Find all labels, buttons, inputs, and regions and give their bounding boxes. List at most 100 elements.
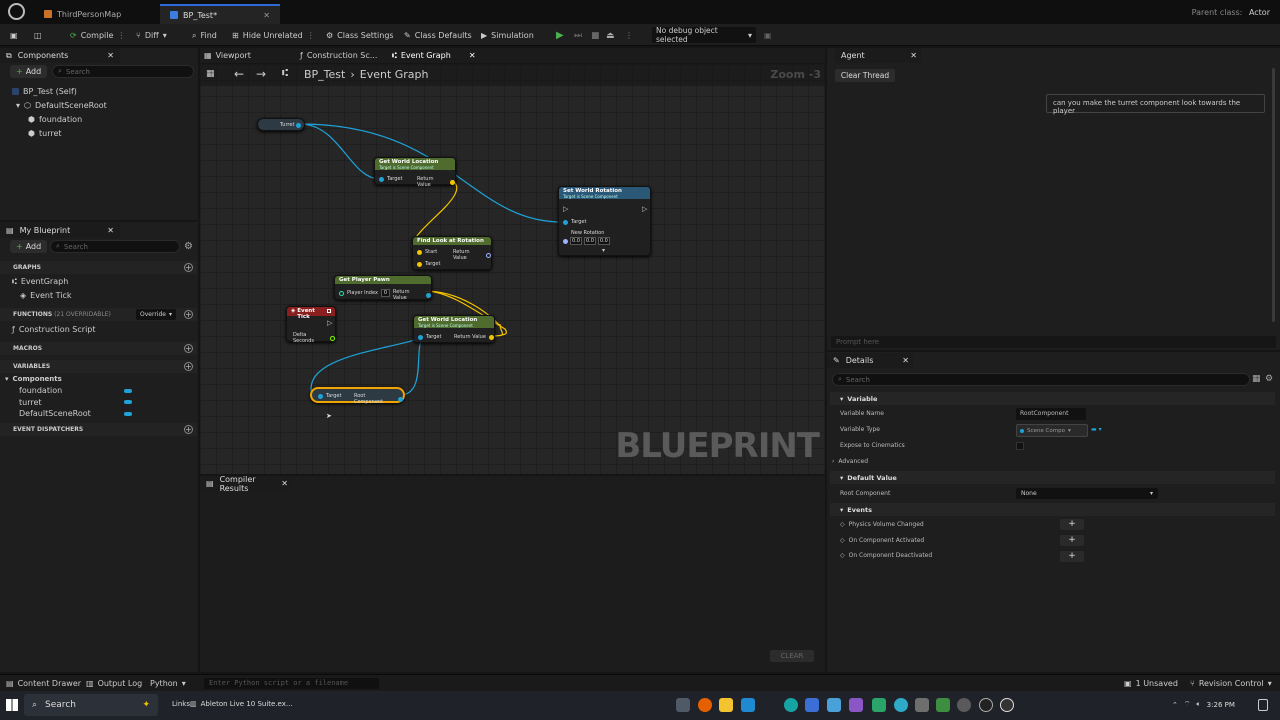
unreal-taskbar-icon[interactable]: [979, 698, 993, 712]
component-tree-item[interactable]: ▾ ⬡ DefaultSceneRoot: [16, 101, 107, 110]
target-pin[interactable]: Target: [417, 261, 440, 267]
graph-canvas[interactable]: ▦ ← → ⑆ BP_Test › Event Graph Zoom -3 Tu…: [200, 64, 825, 474]
component-tree-item[interactable]: ⬢ turret: [28, 129, 62, 138]
player-index-pin[interactable]: Player Index 0: [339, 289, 391, 297]
debug-filter-icon[interactable]: ▣: [764, 28, 772, 43]
function-item[interactable]: ƒ Construction Script: [12, 325, 96, 334]
ableton-task[interactable]: ▥ Ableton Live 10 Suite.ex...: [190, 700, 293, 708]
class-settings-button[interactable]: ⚙ Class Settings: [326, 28, 394, 43]
gear-icon[interactable]: ⚙: [1265, 374, 1273, 384]
python-dropdown[interactable]: Python ▾: [150, 679, 186, 688]
return-value-pin[interactable]: Return Value: [417, 176, 455, 188]
play-button[interactable]: ▶: [556, 28, 564, 43]
save-icon[interactable]: ▣: [10, 28, 18, 43]
return-value-pin[interactable]: Return Value: [454, 334, 494, 340]
gear-icon[interactable]: ⚙: [184, 241, 193, 252]
get-world-location-node-2[interactable]: Get World Location Target is Scene Compo…: [413, 315, 495, 343]
find-button[interactable]: ⌕ Find: [192, 28, 217, 43]
compile-button[interactable]: ⟳ Compile ⋮: [70, 28, 125, 43]
graph-item[interactable]: ⑆ EventGraph: [12, 277, 68, 286]
return-value-pin[interactable]: Return Value: [453, 249, 491, 261]
target-pin[interactable]: Target: [418, 334, 441, 340]
event-item[interactable]: ◈ Event Tick: [20, 291, 72, 300]
folder-icon[interactable]: [719, 698, 733, 712]
add-dispatcher-icon[interactable]: +: [184, 425, 193, 434]
add-event-button[interactable]: +: [1060, 535, 1084, 546]
python-command-input[interactable]: Enter Python script or a filename: [204, 678, 379, 689]
output-log-button[interactable]: ▥ Output Log: [86, 679, 142, 688]
advanced-row[interactable]: › Advanced: [832, 458, 868, 465]
unreal-logo-icon[interactable]: [8, 3, 25, 20]
get-world-location-node[interactable]: Get World Location Target is Scene Compo…: [374, 157, 456, 188]
firefox-icon[interactable]: [698, 698, 712, 712]
kebab-icon[interactable]: ⋮: [307, 31, 315, 40]
variables-section[interactable]: VARIABLES: [0, 360, 197, 373]
parent-class-value[interactable]: Actor: [1249, 8, 1270, 17]
event-dispatchers-section[interactable]: EVENT DISPATCHERS: [0, 423, 197, 436]
event-tick-node[interactable]: ◈ Event Tick ▷ Delta Seconds: [286, 306, 336, 344]
variable-name-field[interactable]: RootComponent: [1016, 408, 1086, 420]
add-macro-icon[interactable]: +: [184, 344, 193, 353]
turret-variable-node[interactable]: Turret: [257, 118, 305, 131]
set-world-rotation-node[interactable]: Set World Rotation Target is Scene Compo…: [558, 186, 651, 256]
add-function-icon[interactable]: +: [184, 310, 193, 319]
rotation-y-field[interactable]: 0.0: [583, 237, 596, 245]
container-type-icon[interactable]: ▬ ▾: [1091, 426, 1102, 433]
eject-button[interactable]: ⏏: [606, 28, 615, 43]
my-blueprint-search-input[interactable]: ⌕ Search: [50, 240, 180, 253]
settings-gear-icon[interactable]: [957, 698, 971, 712]
chevron-down-icon[interactable]: ▾: [602, 247, 605, 254]
simulation-button[interactable]: ▶ Simulation: [481, 28, 534, 43]
get-player-pawn-node[interactable]: Get Player Pawn Player Index 0 Return Va…: [334, 275, 432, 301]
diff-button[interactable]: ⑂ Diff ▾: [136, 28, 167, 43]
browse-icon[interactable]: ◫: [34, 28, 42, 43]
expose-cinematics-checkbox[interactable]: [1016, 442, 1024, 450]
variable-item[interactable]: turret: [19, 398, 42, 407]
close-icon[interactable]: ✕: [107, 226, 114, 235]
override-dropdown[interactable]: Override ▾: [136, 309, 176, 320]
kebab-icon[interactable]: ⋮: [117, 31, 125, 40]
app6-icon[interactable]: [936, 698, 950, 712]
tab-construction-script[interactable]: ƒ Construction Sc...: [300, 51, 377, 60]
class-defaults-button[interactable]: ✎ Class Defaults: [404, 28, 472, 43]
rotation-z-field[interactable]: 0.0: [597, 237, 610, 245]
object-pin-icon[interactable]: [296, 123, 301, 128]
exec-out-pin[interactable]: ▷: [327, 319, 332, 327]
add-event-button[interactable]: +: [1060, 551, 1084, 562]
hide-unrelated-button[interactable]: ⊞ Hide Unrelated ⋮: [232, 28, 315, 43]
default-value-section[interactable]: ▾ Default Value: [830, 471, 1275, 484]
kebab-icon[interactable]: ⋮: [625, 28, 633, 43]
debug-object-dropdown[interactable]: No debug object selected ▾: [652, 26, 756, 44]
tab-bp-test[interactable]: BP_Test* ✕: [160, 4, 280, 24]
target-pin[interactable]: Target: [379, 176, 402, 182]
variable-item[interactable]: foundation: [19, 386, 62, 395]
component-tree-item[interactable]: ⬢ foundation: [28, 115, 82, 124]
variable-item[interactable]: DefaultSceneRoot: [19, 409, 91, 418]
add-event-button[interactable]: +: [1060, 519, 1084, 530]
store-icon[interactable]: [805, 698, 819, 712]
start-pin[interactable]: Start: [417, 249, 437, 255]
macros-section[interactable]: MACROS: [0, 342, 197, 355]
step-button[interactable]: ⏭: [574, 28, 582, 43]
grid-view-icon[interactable]: ▦: [1252, 374, 1261, 384]
exec-out-pin[interactable]: ▷: [642, 205, 647, 213]
close-icon[interactable]: ✕: [469, 51, 476, 60]
windows-start-icon[interactable]: [6, 699, 18, 711]
vscode-icon[interactable]: [741, 698, 755, 712]
variable-type-dropdown[interactable]: Scene Compo ▾: [1016, 424, 1088, 437]
rotation-fields[interactable]: 0.0 0.0 0.0: [563, 237, 610, 245]
prompt-input[interactable]: Prompt here: [831, 336, 1276, 348]
close-icon[interactable]: ✕: [902, 356, 909, 365]
app5-icon[interactable]: [915, 698, 929, 712]
events-section[interactable]: ▾ Events: [830, 503, 1275, 516]
root-component-pin[interactable]: Root Component: [354, 393, 403, 405]
close-icon[interactable]: ✕: [263, 11, 270, 20]
unreal-taskbar-icon-active[interactable]: [1000, 698, 1014, 712]
exec-in-pin[interactable]: ▷: [563, 205, 568, 213]
revision-control-button[interactable]: ⑂ Revision Control ▾: [1190, 679, 1272, 688]
app-icon[interactable]: [676, 698, 690, 712]
variable-section[interactable]: ▾ Variable: [830, 392, 1275, 405]
clear-thread-button[interactable]: Clear Thread: [835, 69, 895, 82]
component-tree-item[interactable]: BP_Test (Self): [12, 87, 77, 96]
taskbar-search-input[interactable]: ⌕ Search ✦: [24, 694, 158, 716]
